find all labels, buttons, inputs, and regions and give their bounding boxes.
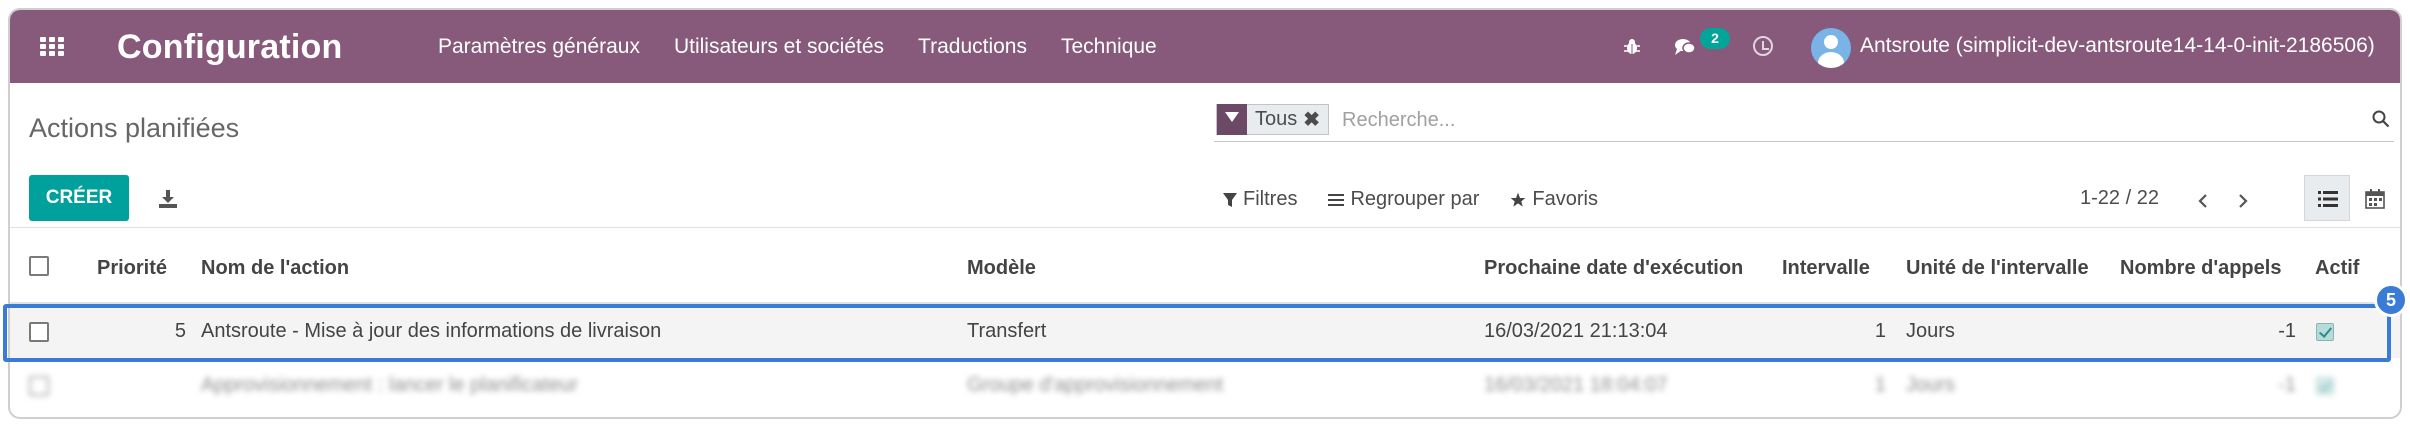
column-header-priority[interactable]: Priorité bbox=[97, 257, 167, 280]
column-header-interval-unit[interactable]: Unité de l'intervalle bbox=[1906, 257, 2089, 280]
row-next-date: 16/03/2021 21:13:04 bbox=[1484, 320, 1668, 342]
row-interval: 1 bbox=[1874, 320, 1886, 342]
search-icon[interactable] bbox=[2372, 110, 2390, 128]
filter-facet-icon bbox=[1217, 104, 1247, 135]
favorites-label: Favoris bbox=[1532, 188, 1598, 210]
select-all-checkbox[interactable] bbox=[29, 256, 49, 276]
row-call-count: -1 bbox=[2278, 374, 2296, 396]
top-navbar: Configuration Paramètres généraux Utilis… bbox=[10, 10, 2400, 83]
messages-count-badge: 2 bbox=[1700, 28, 1730, 49]
menu-item-users-companies[interactable]: Utilisateurs et sociétés bbox=[674, 35, 884, 59]
row-action-name: Antsroute - Mise à jour des informations… bbox=[201, 320, 662, 342]
group-by-icon bbox=[1328, 193, 1345, 206]
search-input[interactable] bbox=[1342, 104, 2322, 136]
filters-dropdown[interactable]: Filtres bbox=[1223, 188, 1297, 211]
groupby-dropdown[interactable]: Regrouper par bbox=[1328, 188, 1479, 211]
star-icon bbox=[1511, 192, 1526, 207]
menu-item-general-settings[interactable]: Paramètres généraux bbox=[438, 35, 640, 59]
search-options: Filtres Regrouper par Favoris bbox=[1223, 188, 1629, 211]
favorites-dropdown[interactable]: Favoris bbox=[1510, 188, 1598, 211]
step-number-badge: 5 bbox=[2374, 283, 2408, 317]
row-checkbox[interactable] bbox=[29, 376, 49, 396]
column-header-active[interactable]: Actif bbox=[2315, 257, 2359, 280]
column-header-interval[interactable]: Intervalle bbox=[1782, 257, 1870, 280]
column-header-name[interactable]: Nom de l'action bbox=[201, 257, 349, 280]
table-header: Priorité Nom de l'action Modèle Prochain… bbox=[10, 228, 2400, 304]
menu-item-technical[interactable]: Technique bbox=[1061, 35, 1157, 59]
user-name[interactable]: Antsroute (simplicit-dev-antsroute14-14-… bbox=[1860, 34, 2375, 58]
pager-previous-icon[interactable] bbox=[2197, 194, 2209, 208]
row-model: Transfert bbox=[967, 320, 1047, 342]
row-model: Groupe d'approvisionnement bbox=[967, 374, 1224, 396]
calendar-view-icon[interactable] bbox=[2365, 189, 2385, 209]
column-header-next-date[interactable]: Prochaine date d'exécution bbox=[1484, 257, 1743, 280]
row-action-name: Approvisionnement : lancer le planificat… bbox=[201, 374, 578, 396]
row-active-checkbox bbox=[2316, 323, 2334, 341]
facet-label: Tous bbox=[1255, 108, 1298, 130]
filter-icon bbox=[1223, 192, 1237, 207]
row-interval: 1 bbox=[1874, 374, 1886, 396]
breadcrumb-title: Actions planifiées bbox=[29, 113, 240, 143]
user-avatar[interactable] bbox=[1811, 28, 1851, 68]
list-view-button[interactable] bbox=[2304, 175, 2350, 221]
groupby-label: Regrouper par bbox=[1350, 188, 1480, 210]
facet-remove-icon[interactable]: ✖ bbox=[1303, 107, 1328, 132]
create-button[interactable]: CRÉER bbox=[29, 175, 129, 221]
apps-menu-icon[interactable] bbox=[40, 37, 64, 57]
row-checkbox[interactable] bbox=[29, 322, 49, 342]
menu-item-translations[interactable]: Traductions bbox=[918, 35, 1027, 59]
pager-next-icon[interactable] bbox=[2237, 194, 2249, 208]
download-icon[interactable] bbox=[158, 190, 178, 208]
table-row[interactable]: Approvisionnement : lancer le planificat… bbox=[10, 359, 2400, 413]
row-interval-unit: Jours bbox=[1906, 374, 1955, 396]
messages-icon[interactable] bbox=[1674, 38, 1696, 56]
main-menu: Paramètres généraux Utilisateurs et soci… bbox=[438, 10, 1191, 83]
activity-clock-icon[interactable] bbox=[1753, 36, 1773, 56]
row-call-count: -1 bbox=[2278, 320, 2296, 342]
row-active-checkbox bbox=[2316, 377, 2334, 395]
app-title[interactable]: Configuration bbox=[117, 28, 342, 67]
row-next-date: 16/03/2021 18:04:07 bbox=[1484, 374, 1668, 396]
row-interval-unit: Jours bbox=[1906, 320, 1955, 342]
list-view-icon bbox=[2318, 191, 2338, 207]
column-header-call-count[interactable]: Nombre d'appels bbox=[2120, 257, 2281, 280]
row-priority: 5 bbox=[174, 320, 186, 342]
column-header-model[interactable]: Modèle bbox=[967, 257, 1036, 280]
filters-label: Filtres bbox=[1243, 188, 1298, 210]
pager-value[interactable]: 1-22 / 22 bbox=[2080, 187, 2159, 210]
control-panel: Actions planifiées Tous ✖ CRÉER Filtres bbox=[10, 83, 2400, 228]
search-facet: Tous ✖ bbox=[1216, 104, 1330, 135]
debug-bug-icon[interactable] bbox=[1623, 38, 1641, 56]
app-window: Configuration Paramètres généraux Utilis… bbox=[8, 8, 2402, 419]
search-bar: Tous ✖ bbox=[1214, 102, 2394, 142]
table-row[interactable]: 5 Antsroute - Mise à jour des informatio… bbox=[10, 306, 2400, 358]
